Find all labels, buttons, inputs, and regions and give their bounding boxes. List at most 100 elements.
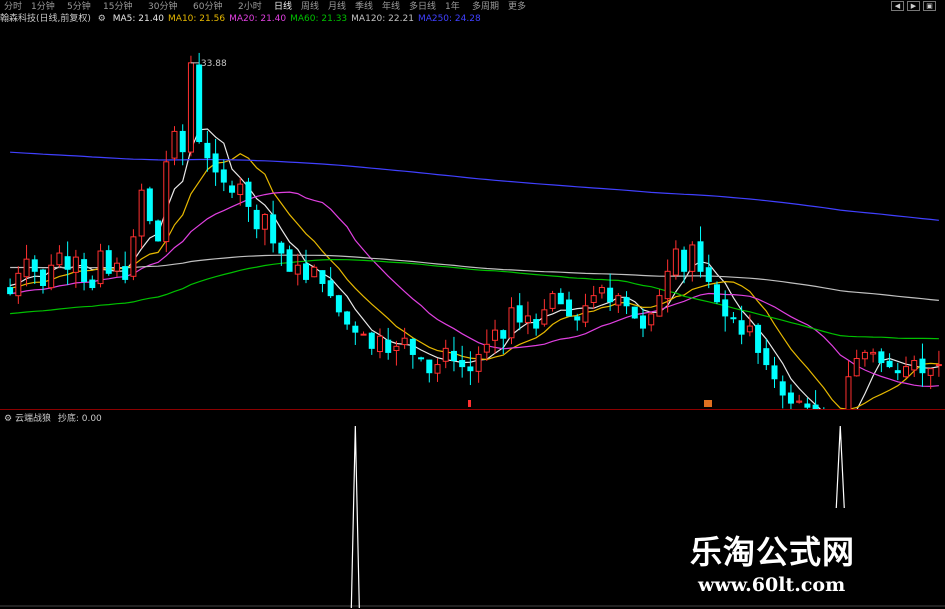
ma-line	[10, 254, 939, 301]
candle	[771, 356, 778, 388]
candle	[557, 288, 564, 305]
candle	[763, 338, 770, 370]
candle	[385, 327, 392, 360]
price-chart[interactable]: 33.8818.44	[0, 24, 945, 409]
candle	[467, 351, 474, 386]
candle	[212, 138, 219, 186]
ma-line	[9, 128, 940, 409]
candle	[853, 349, 860, 377]
maximize-button[interactable]: ▣	[923, 1, 936, 11]
candle	[105, 245, 112, 276]
ma-line	[10, 259, 939, 340]
legend-item: MA120: 22.21	[351, 14, 414, 24]
candle	[286, 245, 293, 272]
event-marker[interactable]	[704, 400, 712, 407]
candle	[89, 275, 96, 291]
legend-item: MA20: 21.40	[229, 14, 287, 24]
watermark-title: 乐淘公式网	[690, 533, 856, 571]
high-label: 33.88	[201, 59, 227, 69]
candle	[442, 339, 449, 369]
candle	[861, 349, 868, 367]
candle	[730, 312, 737, 324]
candle	[146, 186, 153, 225]
legend-item: MA10: 21.56	[168, 14, 226, 24]
candle	[113, 257, 120, 277]
candle	[475, 346, 482, 383]
candle	[97, 243, 104, 288]
candle	[713, 281, 720, 304]
legend-item: MA5: 21.40	[112, 14, 165, 24]
candle	[672, 240, 679, 280]
candle	[393, 340, 400, 366]
ma-legend: 翰森科技(日线,前复权) ⚙ MA5: 21.40 MA10: 21.56 MA20…	[0, 11, 489, 24]
candle	[245, 177, 252, 222]
candle	[278, 241, 285, 266]
candle	[508, 297, 515, 345]
candle	[500, 329, 507, 355]
candle	[533, 313, 540, 336]
candle	[376, 328, 383, 359]
candle	[130, 229, 137, 281]
candle	[327, 267, 334, 299]
candle	[705, 254, 712, 289]
candle	[155, 219, 162, 242]
candle	[72, 249, 79, 288]
signal-spike	[350, 425, 360, 608]
candle	[886, 353, 893, 369]
stock-title: 翰森科技(日线,前复权)	[0, 14, 91, 24]
candle	[294, 253, 301, 286]
period-toolbar: 分时 1分钟 5分钟 15分钟 30分钟 60分钟 2小时 日线 周线 月线 季线 年线 多日线 1年 多周…	[0, 0, 945, 12]
candle	[179, 124, 186, 166]
signal-spike	[835, 425, 845, 509]
event-marker[interactable]	[468, 400, 471, 407]
prev-button[interactable]: ◀	[891, 1, 904, 11]
candle	[582, 293, 589, 328]
settings-icon[interactable]: ⚙	[98, 14, 106, 24]
legend-item: MA250: 24.28	[417, 14, 481, 24]
candle	[656, 289, 663, 317]
candle	[870, 348, 877, 363]
candle	[919, 343, 926, 387]
candle	[7, 278, 14, 296]
candle	[631, 306, 638, 319]
candle	[15, 266, 22, 304]
candle	[163, 150, 170, 253]
candle	[779, 375, 786, 409]
candle	[187, 55, 194, 157]
candle	[64, 241, 71, 286]
candle	[516, 293, 523, 331]
period-15[interactable]: 更多	[508, 0, 526, 12]
candle	[755, 323, 762, 364]
candle	[812, 390, 819, 409]
candle	[541, 299, 548, 327]
candle	[804, 397, 811, 409]
next-button[interactable]: ▶	[907, 1, 920, 11]
candle	[524, 301, 531, 335]
candle	[697, 226, 704, 278]
legend-item: MA60: 21.33	[290, 14, 348, 24]
candle	[344, 310, 351, 330]
candle	[492, 319, 499, 354]
candle	[648, 312, 655, 332]
candle	[81, 252, 88, 291]
candle	[31, 255, 38, 284]
candle	[335, 294, 342, 317]
candle	[722, 290, 729, 332]
candle	[894, 362, 901, 381]
candle	[418, 356, 425, 362]
watermark-url: www.60lt.com	[698, 574, 846, 596]
candle	[903, 356, 910, 379]
candle	[253, 204, 260, 239]
candle	[590, 285, 597, 309]
candle	[48, 254, 55, 291]
candle	[615, 292, 622, 313]
candle	[56, 245, 63, 268]
candle	[664, 259, 671, 313]
candle	[220, 159, 227, 192]
candle	[434, 358, 441, 382]
candle	[319, 270, 326, 293]
candle	[352, 321, 359, 345]
candle	[459, 345, 466, 378]
candle	[845, 360, 852, 409]
panel-divider	[0, 409, 945, 410]
